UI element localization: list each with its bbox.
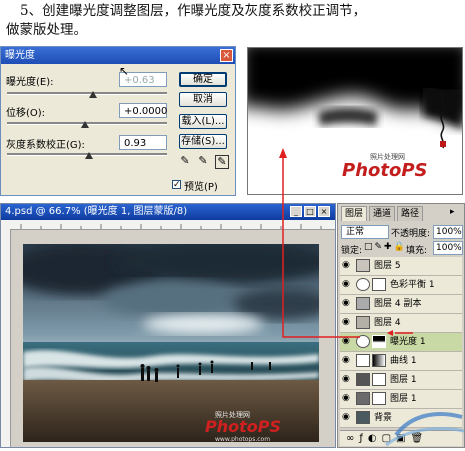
site-logo xyxy=(376,405,465,448)
annotation-arrows xyxy=(279,148,413,338)
